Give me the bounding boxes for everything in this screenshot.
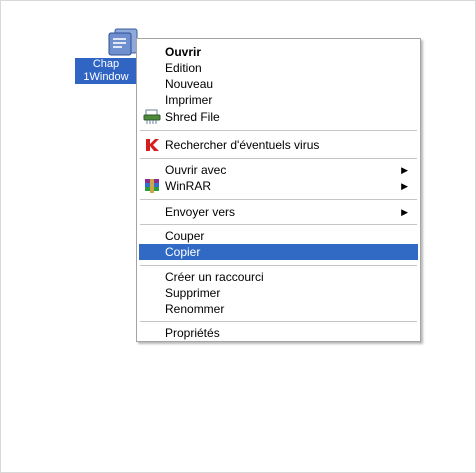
kaspersky-icon <box>143 137 161 153</box>
menu-item-ouvrir-avec[interactable]: Ouvrir avec ▶ <box>139 162 418 178</box>
menu-item-imprimer[interactable]: Imprimer <box>139 92 418 108</box>
menu-item-supprimer[interactable]: Supprimer <box>139 285 418 301</box>
context-menu: Ouvrir Edition Nouveau Imprimer Shred Fi… <box>136 38 421 342</box>
menu-item-ouvrir[interactable]: Ouvrir <box>139 44 418 60</box>
menu-item-label: Propriétés <box>165 326 220 340</box>
desktop-icon-label-line1: Chap <box>92 58 120 70</box>
menu-separator <box>140 130 417 131</box>
menu-item-label: Rechercher d'éventuels virus <box>165 138 320 152</box>
submenu-arrow-icon: ▶ <box>401 207 408 217</box>
menu-separator <box>140 224 417 225</box>
menu-item-edition[interactable]: Edition <box>139 60 418 76</box>
menu-item-label: Copier <box>165 245 201 259</box>
menu-item-label: Renommer <box>165 302 225 316</box>
menu-item-winrar[interactable]: WinRAR ▶ <box>139 178 418 194</box>
menu-separator <box>140 321 417 322</box>
menu-item-label: Créer un raccourci <box>165 270 264 284</box>
menu-item-copier[interactable]: Copier <box>139 244 418 260</box>
menu-item-label: Supprimer <box>165 286 221 300</box>
desktop-icon-label[interactable]: Chap 1Window <box>75 58 137 84</box>
menu-separator <box>140 158 417 159</box>
screenshot-frame: Chap 1Window Ouvrir Edition Nouveau Impr… <box>0 0 476 473</box>
menu-item-couper[interactable]: Couper <box>139 228 418 244</box>
menu-item-label: Nouveau <box>165 77 214 91</box>
menu-item-shred-file[interactable]: Shred File <box>139 109 418 125</box>
submenu-arrow-icon: ▶ <box>401 181 408 191</box>
menu-item-label: Couper <box>165 229 205 243</box>
menu-item-label: Ouvrir avec <box>165 163 227 177</box>
menu-item-label: Edition <box>165 61 202 75</box>
winrar-icon <box>143 178 161 194</box>
menu-item-creer-raccourci[interactable]: Créer un raccourci <box>139 269 418 285</box>
menu-item-label: Imprimer <box>165 93 213 107</box>
shred-file-icon <box>143 109 161 125</box>
menu-item-proprietes[interactable]: Propriétés <box>139 325 418 341</box>
menu-item-virus-scan[interactable]: Rechercher d'éventuels virus <box>139 137 418 153</box>
menu-separator <box>140 199 417 200</box>
submenu-arrow-icon: ▶ <box>401 165 408 175</box>
menu-item-label: WinRAR <box>165 179 212 193</box>
menu-item-nouveau[interactable]: Nouveau <box>139 76 418 92</box>
menu-item-renommer[interactable]: Renommer <box>139 301 418 317</box>
menu-separator <box>140 265 417 266</box>
menu-item-label: Shred File <box>165 110 220 124</box>
menu-item-label: Ouvrir <box>165 45 202 59</box>
menu-item-label: Envoyer vers <box>165 205 236 219</box>
desktop-icon-label-line2: 1Window <box>83 71 129 83</box>
menu-item-envoyer-vers[interactable]: Envoyer vers ▶ <box>139 204 418 220</box>
